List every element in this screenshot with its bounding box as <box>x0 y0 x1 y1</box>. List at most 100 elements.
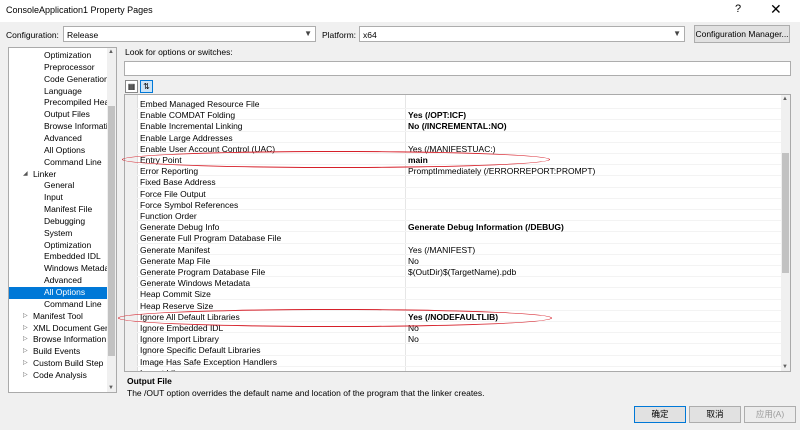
property-value[interactable]: Yes (/MANIFEST) <box>408 245 778 255</box>
tree-item[interactable]: Debugging <box>9 216 107 228</box>
scroll-up-icon[interactable]: ▲ <box>108 49 114 55</box>
configuration-select[interactable]: Release ▼ <box>63 26 316 42</box>
property-value[interactable]: No <box>408 323 778 333</box>
tree-item[interactable]: ▷ Manifest Tool <box>9 311 107 323</box>
tree-item[interactable]: All Options <box>9 287 107 299</box>
apply-button[interactable]: 应用(A) <box>744 406 796 423</box>
property-row[interactable]: Generate Program Database File $(OutDir)$… <box>137 266 782 278</box>
property-row[interactable]: Force Symbol References <box>137 199 782 211</box>
tree-item[interactable]: ▷ Code Analysis <box>9 370 107 382</box>
property-row[interactable]: Ignore Embedded IDL No <box>137 322 782 334</box>
property-value[interactable]: Yes (/NODEFAULTLIB) <box>408 312 778 322</box>
scroll-up-icon[interactable]: ▲ <box>782 96 788 102</box>
tree-item[interactable]: Manifest File <box>9 204 107 216</box>
property-row[interactable]: Enable User Account Control (UAC) Yes (/M… <box>137 143 782 155</box>
expand-icon[interactable]: ▷ <box>23 346 28 358</box>
property-row[interactable]: Image Has Safe Exception Handlers <box>137 356 782 367</box>
tree-item-label: Optimization <box>44 239 92 250</box>
description-title: Output File <box>127 376 172 386</box>
property-row[interactable]: Enable Large Addresses <box>137 132 782 143</box>
expand-icon[interactable]: ▷ <box>23 358 28 370</box>
property-row[interactable]: Fixed Base Address <box>137 176 782 188</box>
expand-icon[interactable]: ▷ <box>23 311 28 323</box>
property-value[interactable]: $(OutDir)$(TargetName).pdb <box>408 267 778 277</box>
property-row[interactable]: Generate Map File No <box>137 255 782 267</box>
cancel-button[interactable]: 取消 <box>689 406 741 423</box>
tree-item[interactable]: Optimization <box>9 50 107 62</box>
tree-item[interactable]: ▷ Browse Information <box>9 334 107 346</box>
property-value[interactable]: No <box>408 334 778 344</box>
window-title: ConsoleApplication1 Property Pages <box>6 5 153 15</box>
tree-item[interactable]: Optimization <box>9 240 107 252</box>
property-row[interactable]: Enable COMDAT Folding Yes (/OPT:ICF) <box>137 109 782 121</box>
expand-icon[interactable]: ▷ <box>23 334 28 346</box>
tree-item[interactable]: Browse Informatic <box>9 121 107 133</box>
help-button[interactable]: ? <box>735 3 741 15</box>
configuration-row: Configuration: Release ▼ Platform: x64 ▼… <box>0 25 800 43</box>
property-name: Enable Incremental Linking <box>140 121 243 132</box>
property-name: Force Symbol References <box>140 199 239 210</box>
grid-scrollbar[interactable]: ▲ ▼ <box>781 95 790 371</box>
property-row[interactable]: Generate Full Program Database File <box>137 232 782 244</box>
tree-scroll-thumb[interactable] <box>108 106 115 356</box>
platform-select[interactable]: x64 ▼ <box>359 26 685 42</box>
scroll-down-icon[interactable]: ▼ <box>782 364 788 370</box>
tree-item[interactable]: ◢ Linker <box>9 169 107 181</box>
tree-item[interactable]: Command Line <box>9 157 107 169</box>
property-value[interactable]: PromptImmediately (/ERRORREPORT:PROMPT) <box>408 166 778 176</box>
property-name: Ignore Embedded IDL <box>140 323 224 333</box>
property-row[interactable]: Generate Debug Info Generate Debug Inform… <box>137 221 782 233</box>
tree-item[interactable]: System <box>9 228 107 240</box>
tree-item[interactable]: Language <box>9 86 107 98</box>
property-value[interactable]: No <box>408 256 778 266</box>
tree-item[interactable]: Command Line <box>9 299 107 311</box>
alphabetical-view-icon[interactable]: ⇅ <box>140 80 153 93</box>
tree-item[interactable]: Input <box>9 192 107 204</box>
search-input[interactable] <box>124 61 791 76</box>
property-name: Ignore Import Library <box>140 334 219 345</box>
tree-item[interactable]: General <box>9 180 107 192</box>
property-row[interactable]: Entry Point main <box>137 154 782 166</box>
grid-scroll-thumb[interactable] <box>782 153 789 273</box>
property-value[interactable]: Generate Debug Information (/DEBUG) <box>408 222 778 232</box>
property-row[interactable]: Ignore Import Library No <box>137 333 782 345</box>
property-row[interactable]: Embed Managed Resource File <box>137 98 782 110</box>
categorized-view-icon[interactable]: ▦ <box>125 80 138 93</box>
tree-item[interactable]: ▷ Custom Build Step <box>9 358 107 370</box>
expand-icon[interactable]: ▷ <box>23 370 28 382</box>
configuration-manager-button[interactable]: Configuration Manager... <box>694 25 790 43</box>
property-row[interactable]: Import Library <box>137 367 782 371</box>
property-value[interactable]: No (/INCREMENTAL:NO) <box>408 121 778 131</box>
property-row[interactable]: Generate Windows Metadata <box>137 277 782 289</box>
tree-item[interactable]: Preprocessor <box>9 62 107 74</box>
tree-scrollbar[interactable]: ▲ ▼ <box>107 48 116 392</box>
tree-item[interactable]: Advanced <box>9 133 107 145</box>
tree-item[interactable]: Embedded IDL <box>9 251 107 263</box>
property-tree[interactable]: Optimization Preprocessor Code Generation L… <box>8 47 117 393</box>
property-value[interactable]: Yes (/OPT:ICF) <box>408 110 778 120</box>
tree-item[interactable]: Output Files <box>9 109 107 121</box>
property-row[interactable]: Heap Commit Size <box>137 288 782 300</box>
property-row[interactable]: Force File Output <box>137 188 782 199</box>
expand-icon[interactable]: ▷ <box>23 323 28 335</box>
close-button[interactable]: ✕ <box>770 1 782 18</box>
tree-item[interactable]: ▷ Build Events <box>9 346 107 358</box>
property-row[interactable]: Generate Manifest Yes (/MANIFEST) <box>137 244 782 255</box>
property-row[interactable]: Heap Reserve Size <box>137 300 782 311</box>
property-value[interactable]: Yes (/MANIFESTUAC:) <box>408 144 778 154</box>
ok-button[interactable]: 确定 <box>634 406 686 423</box>
property-row[interactable]: Function Order <box>137 210 782 222</box>
tree-item[interactable]: ▷ XML Document Gene <box>9 323 107 335</box>
property-row[interactable]: Enable Incremental Linking No (/INCREMENT… <box>137 120 782 132</box>
tree-item[interactable]: All Options <box>9 145 107 157</box>
collapse-icon[interactable]: ◢ <box>23 169 28 181</box>
property-row[interactable]: Ignore All Default Libraries Yes (/NODEFA… <box>137 311 782 323</box>
tree-item[interactable]: Windows Metada <box>9 263 107 275</box>
tree-item[interactable]: Precompiled Head <box>9 97 107 109</box>
tree-item[interactable]: Code Generation <box>9 74 107 86</box>
tree-item[interactable]: Advanced <box>9 275 107 287</box>
property-row[interactable]: Error Reporting PromptImmediately (/ERROR… <box>137 165 782 177</box>
scroll-down-icon[interactable]: ▼ <box>108 385 114 391</box>
property-value[interactable]: main <box>408 155 778 165</box>
property-row[interactable]: Ignore Specific Default Libraries <box>137 344 782 356</box>
